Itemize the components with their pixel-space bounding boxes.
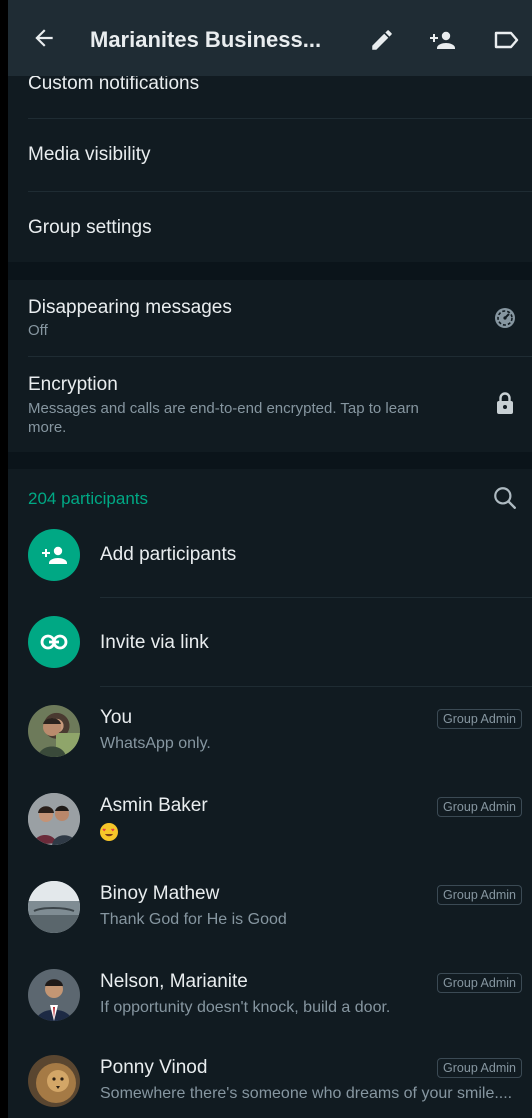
group-title[interactable]: Marianites Business... (90, 27, 340, 53)
section-gap (8, 452, 532, 469)
participant-row[interactable]: Ponny Vinod Somewhere there's someone wh… (8, 1039, 532, 1118)
invite-via-link-label: Invite via link (100, 632, 209, 653)
add-participants-label: Add participants (100, 544, 237, 565)
avatar[interactable] (28, 881, 80, 933)
heart-eyes-emoji (100, 823, 118, 841)
encryption-description-line1: Messages and calls are end-to-end encryp… (28, 400, 419, 417)
avatar[interactable] (28, 1055, 80, 1107)
participant-status: Thank God for He is Good (100, 911, 287, 928)
add-participants-row[interactable]: Add participants (8, 519, 532, 597)
participant-name: Ponny Vinod (100, 1057, 208, 1078)
app-bar: Marianites Business... (8, 0, 532, 76)
timer-icon (492, 305, 518, 331)
participant-name: You (100, 707, 133, 728)
avatar[interactable] (28, 705, 80, 757)
group-settings-label: Group settings (28, 217, 152, 238)
group-admin-badge: Group Admin (437, 973, 522, 993)
encryption-label: Encryption (28, 374, 118, 395)
add-person-icon[interactable] (426, 24, 458, 56)
add-person-icon (28, 529, 80, 581)
back-arrow-icon[interactable] (28, 22, 60, 54)
disappearing-messages-value: Off (28, 322, 48, 339)
media-visibility-row[interactable]: Media visibility (8, 119, 532, 191)
participant-name: Binoy Mathew (100, 883, 220, 904)
participant-status: Somewhere there's someone who dreams of … (100, 1085, 513, 1102)
edit-pencil-icon[interactable] (366, 24, 398, 56)
participant-name: Asmin Baker (100, 795, 208, 816)
participant-row[interactable]: Binoy Mathew Thank God for He is Good Gr… (8, 863, 532, 951)
encryption-row[interactable]: Encryption Messages and calls are end-to… (8, 357, 532, 452)
section-gap (8, 262, 532, 280)
participants-section: 204 participants Add participants Invite… (8, 469, 532, 1118)
participant-status: WhatsApp only. (100, 735, 211, 752)
group-admin-badge: Group Admin (437, 797, 522, 817)
group-admin-badge: Group Admin (437, 1058, 522, 1078)
participant-status: 😍 (100, 823, 520, 841)
participant-row[interactable]: You WhatsApp only. Group Admin (8, 687, 532, 775)
encryption-description-line2: more. (28, 419, 67, 436)
avatar[interactable] (28, 969, 80, 1021)
participant-row[interactable]: Nelson, Marianite If opportunity doesn't… (8, 951, 532, 1039)
group-info-screen: Marianites Business... Custom notificati… (8, 0, 532, 1118)
participant-name: Nelson, Marianite (100, 971, 248, 992)
avatar[interactable] (28, 793, 80, 845)
invite-via-link-row[interactable]: Invite via link (8, 598, 532, 686)
lock-icon (492, 390, 518, 416)
group-settings-row[interactable]: Group settings (8, 192, 532, 262)
group-admin-badge: Group Admin (437, 709, 522, 729)
disappearing-messages-row[interactable]: Disappearing messages Off (8, 280, 532, 356)
participants-count: 204 participants (28, 489, 149, 508)
group-admin-badge: Group Admin (437, 885, 522, 905)
custom-notifications-label: Custom notifications (28, 73, 200, 94)
participant-row[interactable]: Asmin Baker 😍 Group Admin (8, 775, 532, 863)
link-icon (28, 616, 80, 668)
participant-status: If opportunity doesn't knock, build a do… (100, 999, 391, 1016)
media-visibility-label: Media visibility (28, 144, 151, 165)
disappearing-messages-label: Disappearing messages (28, 297, 232, 318)
search-icon[interactable] (490, 483, 520, 513)
label-tag-icon[interactable] (490, 24, 522, 56)
privacy-section: Disappearing messages Off Encryption Mes… (8, 280, 532, 452)
